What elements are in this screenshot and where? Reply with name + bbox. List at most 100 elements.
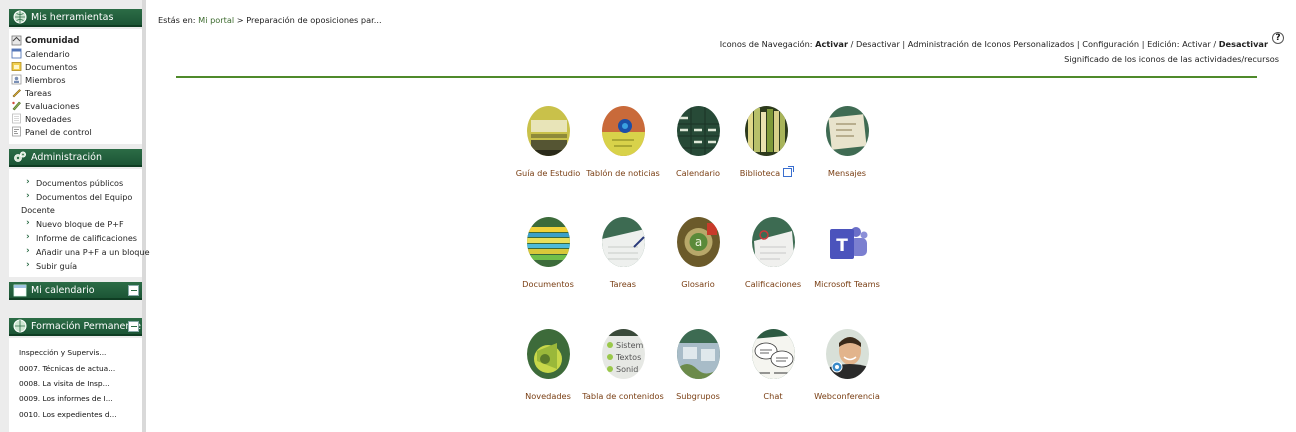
pencil-icon (12, 89, 21, 98)
formacion-item[interactable]: Inspección y Supervis... (19, 348, 106, 357)
icons-nav-activar[interactable]: Activar (815, 39, 848, 49)
study-guide-icon (526, 106, 570, 156)
tile-label[interactable]: Microsoft Teams (802, 277, 892, 292)
admin-nuevo-bloque[interactable]: Nuevo bloque de P+F (36, 219, 124, 229)
tool-evaluaciones[interactable]: Evaluaciones (25, 101, 80, 111)
tool-miembros[interactable]: Miembros (25, 75, 66, 85)
gears-icon (14, 151, 26, 162)
icons-nav-desactivar-link[interactable]: Desactivar (856, 39, 900, 49)
pipe-separator: | (1076, 39, 1080, 49)
calendar-block-title: Mi calendario (31, 284, 95, 296)
breadcrumb-current: Preparación de oposiciones par... (246, 15, 382, 25)
news-megaphone-icon (526, 329, 570, 379)
tasks-icon (601, 217, 645, 267)
sidebar: Mis herramientas Comunidad Calendario Do… (0, 0, 150, 432)
tile-label[interactable]: Biblioteca (721, 166, 811, 181)
admin-anadir-pf[interactable]: Añadir una P+F a un bloque (36, 247, 150, 257)
formacion-item[interactable]: 0009. Los informes de I... (19, 394, 113, 403)
calendar-icon (11, 48, 22, 59)
tool-tareas[interactable]: Tareas (25, 88, 52, 98)
chevron-right-icon: › (26, 232, 30, 242)
breadcrumb-prefix: Estás en: (158, 15, 196, 25)
admin-icons-link[interactable]: Administración de Iconos Personalizados (908, 39, 1075, 49)
grades-icon (751, 217, 795, 267)
tile-label[interactable]: Mensajes (802, 166, 892, 181)
pipe-separator: | (902, 39, 906, 49)
breadcrumb-separator: > (236, 15, 244, 25)
tile-label-text[interactable]: Biblioteca (740, 168, 780, 178)
tools-block-title: Mis herramientas (31, 11, 114, 23)
glossary-icon: a (676, 217, 720, 267)
chevron-right-icon: › (26, 191, 30, 201)
configuration-link[interactable]: Configuración (1082, 39, 1139, 49)
formacion-block-title: Formación Permanente (31, 320, 141, 332)
pipe-separator: | (1141, 39, 1145, 49)
tool-novedades[interactable]: Novedades (25, 114, 71, 124)
admin-block-title: Administración (31, 151, 103, 163)
documents-icon (526, 217, 570, 267)
subgroups-icon (676, 329, 720, 379)
library-icon (744, 106, 788, 156)
external-link-icon (783, 166, 795, 177)
tile-microsoft-teams[interactable]: T Microsoft Teams (802, 217, 892, 292)
collapse-formacion-button[interactable] (128, 321, 139, 332)
admin-documentos-publicos[interactable]: Documentos públicos (36, 178, 123, 188)
chevron-right-icon: › (26, 260, 30, 270)
slash-separator: / (850, 39, 854, 49)
breadcrumb-home-link[interactable]: Mi portal (198, 15, 234, 25)
control-panel-icon (12, 126, 21, 137)
thumb-text: Textos (615, 353, 641, 362)
formacion-block-header[interactable]: Formación Permanente (9, 318, 142, 336)
tools-block-header[interactable]: Mis herramientas (9, 9, 142, 27)
chevron-right-icon: › (26, 177, 30, 187)
webconference-icon (825, 329, 869, 379)
help-icon[interactable]: ? (1272, 32, 1284, 44)
chevron-right-icon: › (26, 218, 30, 228)
tool-calendario[interactable]: Calendario (25, 49, 70, 59)
calendar-block-icon (13, 284, 27, 297)
evaluation-icon (12, 101, 21, 111)
formacion-item[interactable]: 0007. Técnicas de actua... (19, 364, 115, 373)
formacion-item[interactable]: 0008. La visita de Insp... (19, 379, 110, 388)
collapse-calendar-button[interactable] (128, 285, 139, 296)
icons-nav-label: Iconos de Navegación: (719, 39, 813, 49)
slash-separator: / (1213, 39, 1217, 49)
edicion-desactivar[interactable]: Desactivar (1219, 39, 1268, 49)
formacion-globe-icon (13, 319, 27, 333)
tools-globe-icon (13, 10, 27, 24)
tile-webconferencia[interactable]: Webconferencia (802, 329, 892, 404)
tool-documentos[interactable]: Documentos (25, 62, 77, 72)
messages-icon (825, 106, 869, 156)
admin-documentos-equipo-cont[interactable]: Docente (21, 205, 55, 215)
news-icon (12, 113, 21, 124)
admin-block-header[interactable]: Administración (9, 149, 142, 167)
calendar-tile-icon (676, 106, 720, 156)
chevron-right-icon: › (26, 246, 30, 256)
table-of-contents-icon: Sistem Textos Sonid (601, 329, 645, 379)
navigation-options-bar: Iconos de Navegación: Activar / Desactiv… (720, 39, 1268, 49)
calendar-block-header[interactable]: Mi calendario (9, 282, 142, 300)
edicion-activar-link[interactable]: Activar (1182, 39, 1211, 49)
tile-biblioteca[interactable]: Biblioteca (721, 106, 811, 181)
icons-meaning-link[interactable]: Significado de los iconos de las activid… (1064, 54, 1279, 64)
tile-label[interactable]: Webconferencia (802, 389, 892, 404)
admin-informe-calificaciones[interactable]: Informe de calificaciones (36, 233, 137, 243)
formacion-item[interactable]: 0010. Los expedientes d... (19, 410, 117, 419)
folder-icon (11, 62, 22, 71)
members-icon (11, 74, 22, 85)
thumb-text: Sistem (616, 341, 644, 350)
edicion-label: Edición: (1147, 39, 1180, 49)
svg-text:a: a (694, 235, 701, 249)
tile-mensajes[interactable]: Mensajes (802, 106, 892, 181)
header-divider (176, 76, 1257, 78)
admin-documentos-equipo[interactable]: Documentos del Equipo (36, 192, 132, 202)
svg-text:T: T (836, 236, 848, 256)
tool-panel-de-control[interactable]: Panel de control (25, 127, 92, 137)
microsoft-teams-icon: T (825, 217, 869, 267)
noticeboard-icon (601, 106, 645, 156)
tool-comunidad[interactable]: Comunidad (25, 36, 79, 46)
admin-subir-guia[interactable]: Subir guía (36, 261, 77, 271)
home-icon (11, 35, 22, 46)
thumb-text: Sonid (616, 365, 638, 374)
chat-icon (751, 329, 795, 379)
